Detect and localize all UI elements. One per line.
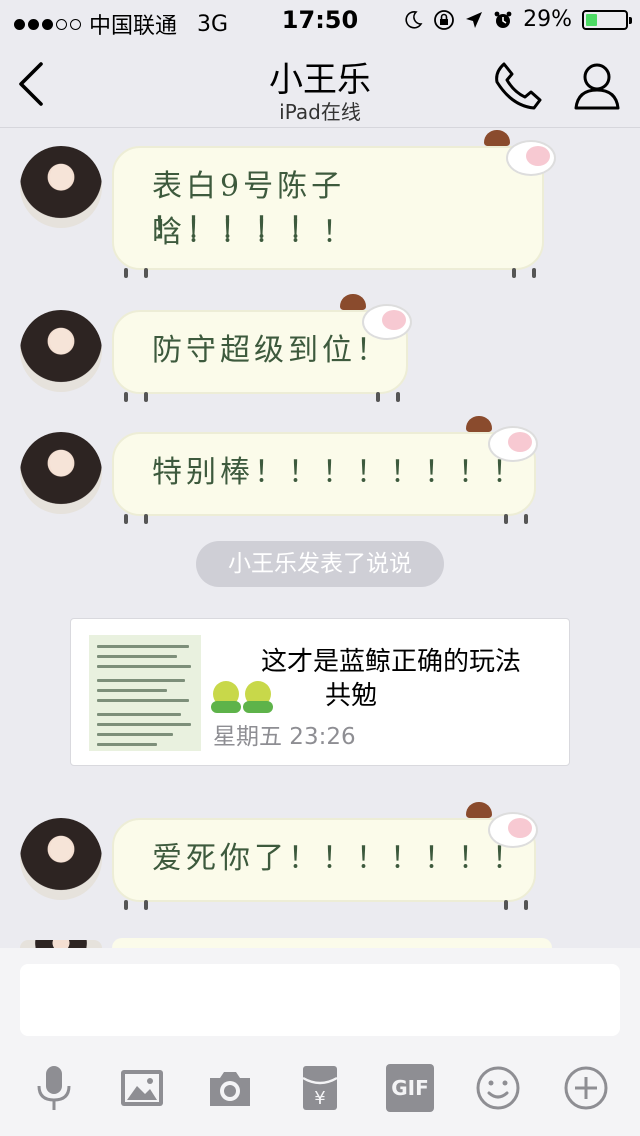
post-thumbnail [89,635,201,751]
input-toolbar: ¥ GIF [0,1058,640,1118]
camera-icon[interactable] [206,1064,254,1112]
message-input[interactable] [20,964,620,1036]
status-right: 29% [403,7,632,32]
location-arrow-icon [466,11,483,28]
sheep-decoration [484,130,564,180]
online-status: iPad在线 [279,100,361,124]
shared-post-card[interactable]: 这才是蓝鲸正确的玩法 共勉 星期五 23:26 [70,618,570,766]
chat-header: 小王乐 iPad在线 [0,40,640,128]
emoji-icon [211,680,241,713]
message-bubble[interactable]: 特别棒！！！！！！！！ [112,416,538,524]
message-bubble[interactable]: 爱死你了！！！！！！！ [112,802,538,910]
emoji-icon[interactable] [474,1064,522,1112]
emoji-pair [211,680,273,713]
post-line-two: 共勉 [211,675,378,713]
gif-icon[interactable]: GIF [386,1064,434,1112]
plus-icon[interactable] [562,1064,610,1112]
status-bar: 中国联通 3G 17:50 29% [0,0,640,40]
input-area: ¥ GIF [0,948,640,1136]
message-text-continued: ！！！！！ [152,211,322,246]
svg-text:¥: ¥ [314,1088,325,1109]
avatar[interactable] [20,432,102,514]
red-packet-icon[interactable]: ¥ [296,1064,344,1112]
sheep-decoration [466,802,546,852]
post-date: 星期五 23:26 [213,724,356,750]
microphone-icon[interactable] [30,1064,78,1112]
post-subtitle: 共勉 [325,681,378,711]
rotation-lock-icon [434,9,454,30]
sheep-decoration [340,294,420,344]
emoji-icon [243,680,273,713]
contact-name: 小王乐 [269,60,371,100]
message-bubble[interactable]: 防守超级到位！ [112,294,412,402]
battery-icon [582,9,632,30]
sheep-decoration [466,416,546,466]
avatar[interactable] [20,310,102,392]
profile-icon[interactable] [572,60,622,112]
phone-call-icon[interactable] [492,60,544,112]
message-bubble-partial[interactable] [112,938,552,948]
battery-fill [586,13,598,26]
avatar[interactable] [20,146,102,228]
post-title: 这才是蓝鲸正确的玩法 [261,647,522,677]
message-bubble[interactable]: 表白9号陈子晗！！！！！ ！！！！！ [112,130,556,278]
system-notice[interactable]: 小王乐发表了说说 [196,541,444,587]
alarm-icon [494,11,512,28]
moon-icon [405,10,423,29]
avatar[interactable] [20,818,102,900]
avatar[interactable] [20,940,102,948]
image-icon[interactable] [118,1064,166,1112]
battery-percent: 29% [523,7,572,32]
